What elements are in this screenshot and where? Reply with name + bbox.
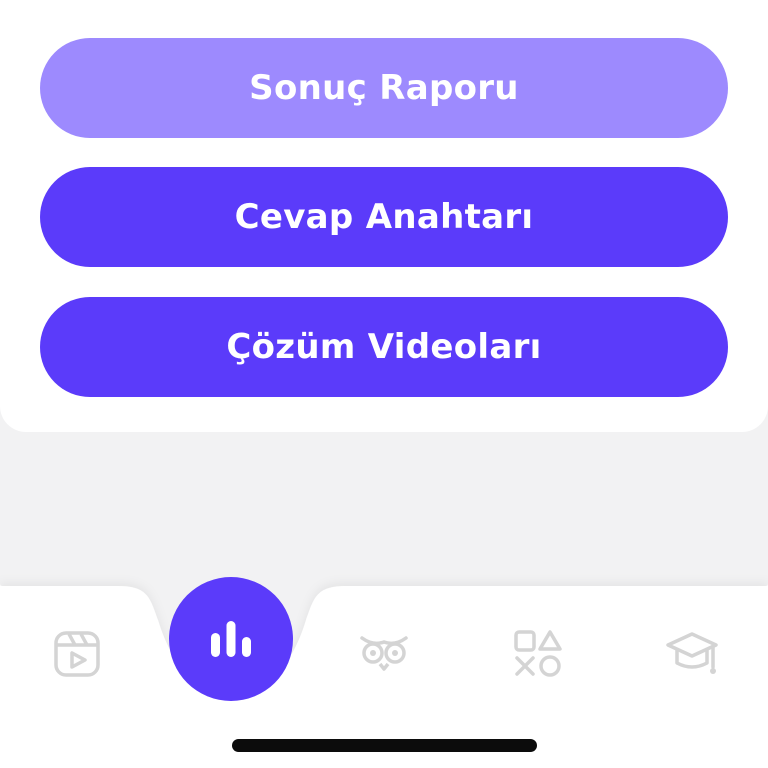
actions-card: Sonuç Raporu Cevap Anahtarı Çözüm Videol… <box>0 0 768 432</box>
video-icon <box>54 631 100 677</box>
home-indicator <box>232 739 537 752</box>
game-shapes-icon <box>514 630 562 677</box>
owl-icon <box>360 636 408 671</box>
result-report-button[interactable]: Sonuç Raporu <box>40 38 728 138</box>
bar-chart-icon <box>211 621 251 657</box>
graduation-cap-icon <box>666 632 718 674</box>
bottom-tab-bar <box>0 560 768 768</box>
tab-videos[interactable] <box>47 624 107 684</box>
answer-key-button[interactable]: Cevap Anahtarı <box>40 167 728 267</box>
tab-education[interactable] <box>662 624 722 684</box>
tab-games[interactable] <box>508 624 568 684</box>
tab-owl[interactable] <box>354 622 414 682</box>
solution-videos-button[interactable]: Çözüm Videoları <box>40 297 728 397</box>
tab-statistics-active[interactable] <box>169 577 293 701</box>
